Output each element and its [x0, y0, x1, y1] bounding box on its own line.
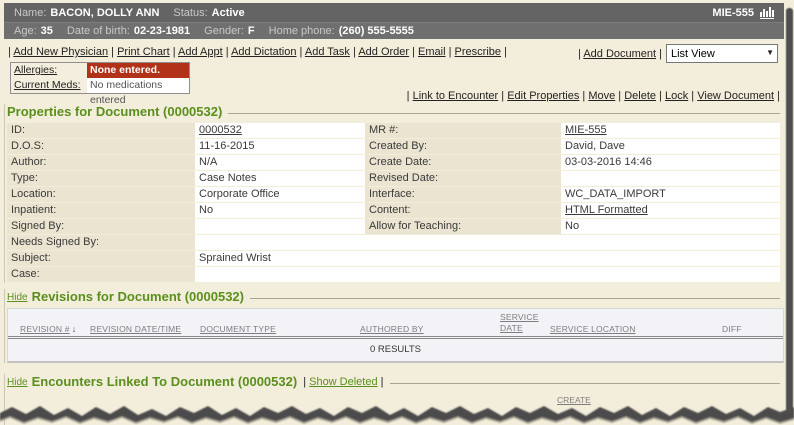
- encounters-title: Encounters Linked To Document (0000532): [32, 374, 298, 389]
- status-label: Status:: [173, 7, 207, 19]
- allergies-link[interactable]: Allergies:: [14, 64, 57, 76]
- encounters-legend: Hide Encounters Linked To Document (0000…: [7, 374, 784, 389]
- table-row: Author:N/ACreate Date:03-03-2016 14:46: [7, 155, 784, 170]
- lock-link[interactable]: Lock: [665, 90, 688, 102]
- document-action-links: Link to Encounter Edit Properties Move Dele…: [407, 90, 780, 102]
- name-label: Name:: [14, 7, 46, 19]
- delete-link[interactable]: Delete: [624, 90, 656, 102]
- table-row: Case:: [7, 267, 784, 282]
- column-revision-number[interactable]: REVISION #: [20, 324, 70, 334]
- properties-section: Properties for Document (0000532) ID:000…: [4, 104, 784, 283]
- mr-number-link[interactable]: MIE-555: [565, 124, 607, 136]
- table-row: Needs Signed By:: [7, 235, 784, 250]
- column-service-location[interactable]: SERVICE LOCATION: [550, 324, 636, 334]
- hide-revisions-link[interactable]: Hide: [7, 292, 28, 304]
- move-link[interactable]: Move: [588, 90, 615, 102]
- ehr-document-properties-page: Name: BACON, DOLLY ANN Status: Active MI…: [0, 0, 794, 425]
- revisions-title: Revisions for Document (0000532): [32, 289, 244, 304]
- gender-label: Gender:: [204, 25, 244, 37]
- table-row: Signed By:Allow for Teaching:No: [7, 219, 784, 234]
- table-row: ID:0000532MR #:MIE-555: [7, 123, 784, 138]
- current-meds-link[interactable]: Current Meds:: [14, 79, 81, 91]
- link-to-encounter-link[interactable]: Link to Encounter: [413, 90, 499, 102]
- column-authored-by[interactable]: AUTHORED BY: [360, 324, 424, 334]
- encounters-section: Hide Encounters Linked To Document (0000…: [4, 374, 784, 425]
- revisions-table: REVISION #↓ REVISION DATE/TIME DOCUMENT …: [7, 308, 784, 363]
- revisions-table-header: REVISION #↓ REVISION DATE/TIME DOCUMENT …: [8, 309, 783, 339]
- current-meds-status: No medications entered: [87, 78, 189, 93]
- patient-status: Active: [212, 7, 245, 19]
- current-meds-row: Current Meds: No medications entered: [11, 78, 189, 93]
- print-chart-link[interactable]: Print Chart: [117, 46, 170, 58]
- properties-legend: Properties for Document (0000532): [7, 104, 784, 119]
- allergies-status-badge: None entered.: [87, 63, 189, 78]
- legend-rule: [228, 113, 780, 114]
- edit-properties-link[interactable]: Edit Properties: [507, 90, 579, 102]
- properties-table: ID:0000532MR #:MIE-555 D.O.S:11-16-2015C…: [7, 123, 784, 282]
- content-format-link[interactable]: HTML Formatted: [565, 204, 648, 216]
- patient-phone: (260) 555-5555: [339, 25, 414, 37]
- table-row: Inpatient:NoContent:HTML Formatted: [7, 203, 784, 218]
- email-link[interactable]: Email: [418, 46, 446, 58]
- patient-banner-row2: Age: 35 Date of birth: 02-23-1981 Gender…: [4, 22, 784, 39]
- column-document-type[interactable]: DOCUMENT TYPE: [200, 324, 276, 334]
- age-label: Age:: [14, 25, 37, 37]
- phone-label: Home phone:: [269, 25, 335, 37]
- add-new-physician-link[interactable]: Add New Physician: [13, 46, 108, 58]
- column-revision-datetime[interactable]: REVISION DATE/TIME: [90, 324, 181, 334]
- legend-rule: [250, 298, 780, 299]
- column-service-date[interactable]: SERVICE DATE: [500, 312, 539, 333]
- dob-label: Date of birth:: [67, 25, 130, 37]
- patient-dob: 02-23-1981: [134, 25, 190, 37]
- allergy-meds-box: Allergies: None entered. Current Meds: N…: [10, 62, 190, 94]
- patient-banner-row1: Name: BACON, DOLLY ANN Status: Active MI…: [4, 3, 784, 22]
- revisions-results-count: 0 RESULTS: [8, 339, 783, 361]
- sort-descending-icon: ↓: [72, 324, 77, 334]
- show-deleted-link[interactable]: Show Deleted: [309, 376, 378, 388]
- add-appt-link[interactable]: Add Appt: [178, 46, 223, 58]
- patient-name: BACON, DOLLY ANN: [50, 7, 159, 19]
- view-select[interactable]: List View: [666, 44, 778, 63]
- chart-toolbar: Add New Physician Print Chart Add Appt Add …: [8, 46, 507, 58]
- allergies-row: Allergies: None entered.: [11, 63, 189, 78]
- patient-gender: F: [248, 25, 255, 37]
- revisions-legend: Hide Revisions for Document (0000532): [7, 289, 784, 304]
- bar-chart-icon[interactable]: [760, 6, 774, 19]
- view-document-link[interactable]: View Document: [697, 90, 774, 102]
- table-row: Subject:Sprained Wrist: [7, 251, 784, 266]
- properties-title: Properties for Document (0000532): [7, 104, 222, 119]
- table-row: Location:Corporate OfficeInterface:WC_DA…: [7, 187, 784, 202]
- column-create-partial: CREATE: [557, 395, 591, 405]
- add-document-link[interactable]: Add Document: [583, 48, 656, 60]
- add-task-link[interactable]: Add Task: [305, 46, 350, 58]
- hide-encounters-link[interactable]: Hide: [7, 377, 28, 389]
- prescribe-link[interactable]: Prescribe: [455, 46, 501, 58]
- table-row: Type:Case NotesRevised Date:: [7, 171, 784, 186]
- column-diff: DIFF: [722, 324, 742, 334]
- patient-age: 35: [41, 25, 53, 37]
- revisions-section: Hide Revisions for Document (0000532) RE…: [4, 289, 784, 363]
- add-dictation-link[interactable]: Add Dictation: [231, 46, 296, 58]
- torn-edge-right: [786, 8, 793, 412]
- mr-number-badge: MIE-555: [712, 7, 754, 19]
- add-document-area: Add Document List View ▼: [578, 44, 778, 63]
- legend-rule: [390, 383, 780, 384]
- document-id-link[interactable]: 0000532: [199, 124, 242, 136]
- add-order-link[interactable]: Add Order: [358, 46, 409, 58]
- table-row: D.O.S:11-16-2015Created By:David, Dave: [7, 139, 784, 154]
